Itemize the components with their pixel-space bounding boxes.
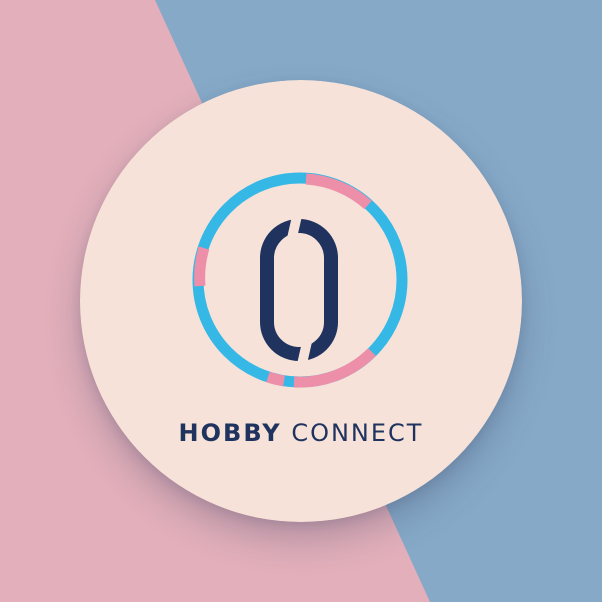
logo-canvas: HOBBY CONNECT <box>0 0 602 602</box>
brand-name-bold: HOBBY <box>178 419 282 447</box>
brand-name-light: CONNECT <box>291 419 424 447</box>
brand-wordmark: HOBBY CONNECT <box>80 416 522 450</box>
ring-with-zero-icon <box>192 172 408 388</box>
